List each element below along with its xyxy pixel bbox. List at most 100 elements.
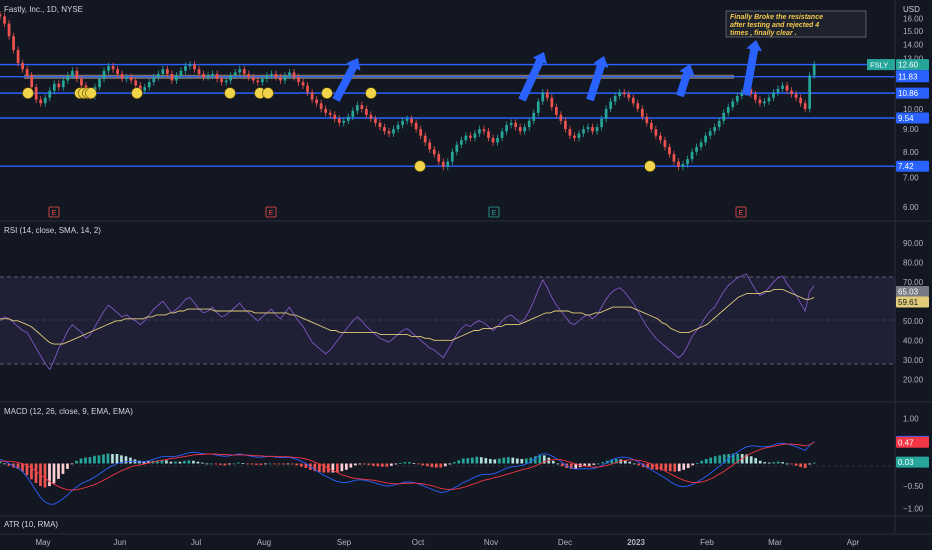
candle-body [808, 75, 812, 109]
candle-body [600, 118, 603, 128]
candle-body [450, 151, 454, 162]
candle-body [265, 75, 269, 79]
macd-histogram-bar [596, 463, 600, 465]
candle-body [229, 75, 233, 81]
candle-body [659, 135, 662, 141]
macd-histogram-bar [497, 458, 501, 464]
macd-histogram-bar [34, 463, 38, 483]
macd-histogram-bar [700, 460, 704, 464]
candle-body [351, 110, 355, 117]
candle-body [473, 133, 477, 138]
annotation-callout[interactable]: Finally Broke the resistance after testi… [725, 10, 867, 38]
earnings-event-label: E [269, 210, 274, 217]
candle-body [686, 159, 689, 165]
macd-histogram-bar [129, 457, 132, 464]
candle-body [301, 82, 305, 86]
candle-body [61, 80, 65, 88]
candle-body [446, 161, 450, 167]
macd-histogram-bar [88, 457, 92, 464]
candle-body [247, 73, 251, 78]
candle-body [374, 118, 377, 123]
macd-histogram-bar [515, 458, 519, 464]
candle-body [392, 129, 395, 134]
candle-body [573, 135, 576, 138]
candle-body [613, 95, 617, 102]
macd-histogram-bar [470, 457, 474, 464]
macd-histogram-bar [363, 463, 366, 465]
candle-body [609, 101, 612, 109]
macd-histogram-bar [448, 463, 452, 465]
macd-histogram-bar [205, 463, 209, 465]
candle-body [288, 72, 291, 76]
rsi-tick-label: 40.00 [903, 336, 924, 345]
macd-histogram-bar [102, 454, 105, 464]
macd-histogram-bar [259, 463, 263, 465]
time-tick-label: Nov [484, 538, 498, 547]
price-tick-label: 9.00 [903, 125, 919, 134]
earnings-event-label: E [492, 210, 497, 217]
candle-body [16, 49, 20, 64]
rsi-ma-value-label: 59.61 [898, 298, 919, 307]
candle-body [369, 114, 373, 119]
macd-histogram-bar [790, 463, 794, 465]
macd-histogram-bar [398, 463, 402, 464]
macd-histogram-bar [295, 463, 299, 466]
macd-histogram-bar [781, 462, 785, 464]
rsi-value-label: 65.03 [898, 287, 919, 296]
macd-histogram-bar [637, 463, 641, 466]
macd-histogram-bar [300, 463, 303, 467]
candle-body [7, 23, 11, 37]
macd-histogram-bar [70, 463, 74, 465]
candle-body [640, 108, 644, 117]
macd-histogram-bar [228, 463, 231, 465]
macd-histogram-bar [250, 463, 254, 465]
macd-histogram-bar [246, 463, 249, 465]
time-tick-label: 2023 [627, 538, 645, 547]
time-tick-label: Sep [337, 538, 352, 547]
candle-body [731, 101, 735, 108]
candle-body [3, 16, 6, 24]
price-tick-label: 14.00 [903, 40, 924, 49]
candle-body [179, 70, 183, 76]
macd-histogram-bar [466, 458, 470, 464]
candle-body [156, 73, 160, 78]
annotation-line: times , finally clear . [730, 30, 797, 37]
macd-histogram-bar [664, 463, 668, 471]
candle-body [500, 131, 504, 138]
chart-window: Fastly, Inc., 1D, NYSE RSI (14, close, S… [0, 0, 932, 550]
candle-body [577, 133, 581, 138]
time-tick-label: Feb [700, 538, 714, 547]
macd-histogram-bar [803, 463, 807, 469]
price-chart-svg[interactable]: EEEE 16.0015.0014.0013.0012.0010.009.008… [0, 0, 932, 550]
candle-body [799, 97, 802, 104]
candle-body [152, 77, 156, 83]
candle-body [292, 72, 296, 78]
candle-body [781, 85, 784, 89]
candle-body [66, 75, 70, 81]
candle-body [319, 103, 323, 109]
candle-body [545, 92, 549, 98]
candle-body [785, 85, 789, 91]
touch-marker [131, 87, 143, 99]
macd-histogram-bar [277, 463, 281, 465]
candle-body [107, 66, 110, 71]
candle-body [604, 108, 608, 119]
candle-body [622, 92, 626, 95]
macd-histogram-bar [425, 463, 429, 467]
macd-histogram-bar [461, 458, 465, 464]
earnings-event-label: E [739, 210, 744, 217]
candle-body [310, 92, 314, 100]
macd-histogram-bar [358, 463, 362, 465]
candle-body [663, 140, 667, 148]
candle-body [202, 73, 205, 78]
macd-histogram-bar [475, 456, 479, 464]
candle-body [441, 161, 445, 167]
candle-body [39, 99, 43, 104]
candle-body [541, 92, 545, 102]
macd-histogram-bar [367, 463, 371, 465]
price-tick-label: 15.00 [903, 27, 924, 36]
macd-histogram-bar [52, 463, 56, 484]
macd-histogram-bar [223, 463, 227, 466]
candle-body [460, 140, 463, 145]
candle-body [297, 77, 300, 83]
